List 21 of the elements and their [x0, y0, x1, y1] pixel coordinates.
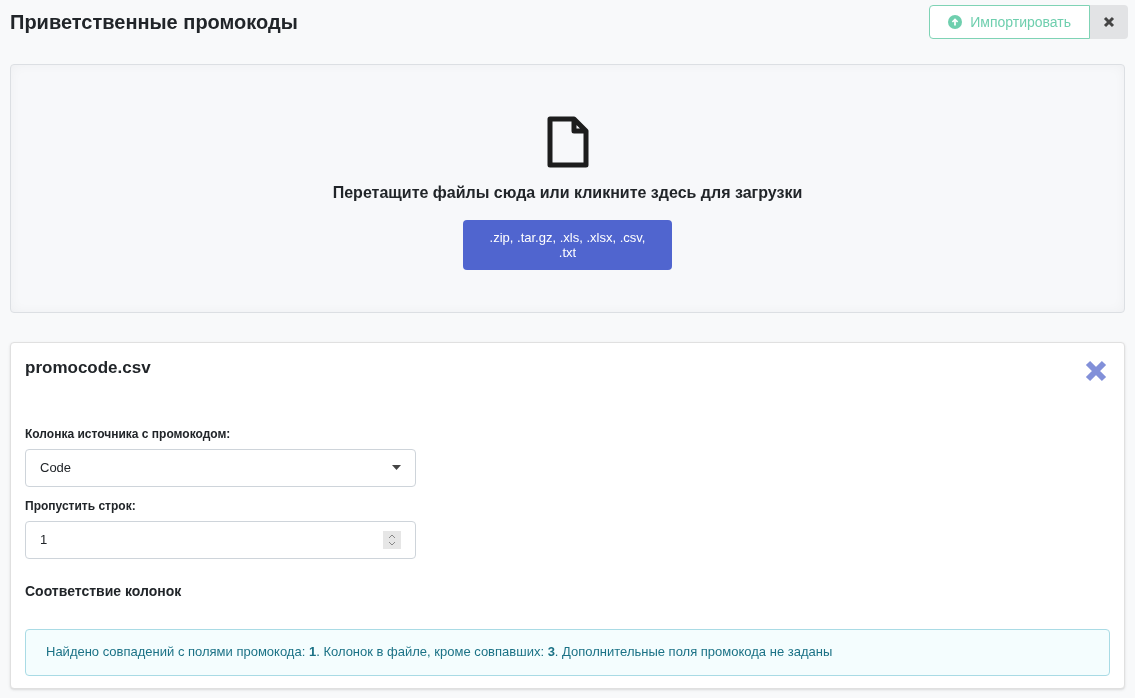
drop-prompt: Перетащите файлы сюда или кликните здесь для загрузки — [332, 183, 803, 203]
skip-rows-input[interactable]: 1 — [25, 520, 416, 559]
section-title: Соответствие колонок — [25, 581, 183, 601]
drop-zone[interactable]: Перетащите файлы сюда или кликните здесь для загрузки .zip, .tar.gz, .xls, .xlsx, .csv, .txt — [10, 64, 1125, 313]
source-column-select[interactable]: Code — [25, 448, 416, 487]
close-icon — [1085, 360, 1107, 382]
file-formats-button[interactable]: .zip, .tar.gz, .xls, .xlsx, .csv, .txt — [463, 220, 672, 270]
upload-icon — [948, 15, 963, 29]
file-name: promocode.csv — [25, 357, 151, 379]
remove-file-button[interactable] — [1084, 359, 1108, 383]
select-value: Code — [40, 458, 72, 477]
close-icon — [1103, 16, 1115, 28]
close-button[interactable] — [1090, 5, 1128, 39]
page-title: Приветственные промокоды — [10, 10, 298, 35]
spinner-icon[interactable] — [383, 530, 401, 549]
field-label: Пропустить строк: — [25, 497, 137, 515]
file-icon — [545, 115, 590, 169]
field-label: Колонка источника с промокодом: — [25, 425, 232, 443]
info-text: Найдено совпадений с полями промокода: 1. Колонок в файле, кроме совпавших: 3. Дополнительные поля промокода не заданы — [46, 643, 833, 662]
input-value: 1 — [40, 530, 48, 549]
caret-icon — [392, 465, 401, 470]
